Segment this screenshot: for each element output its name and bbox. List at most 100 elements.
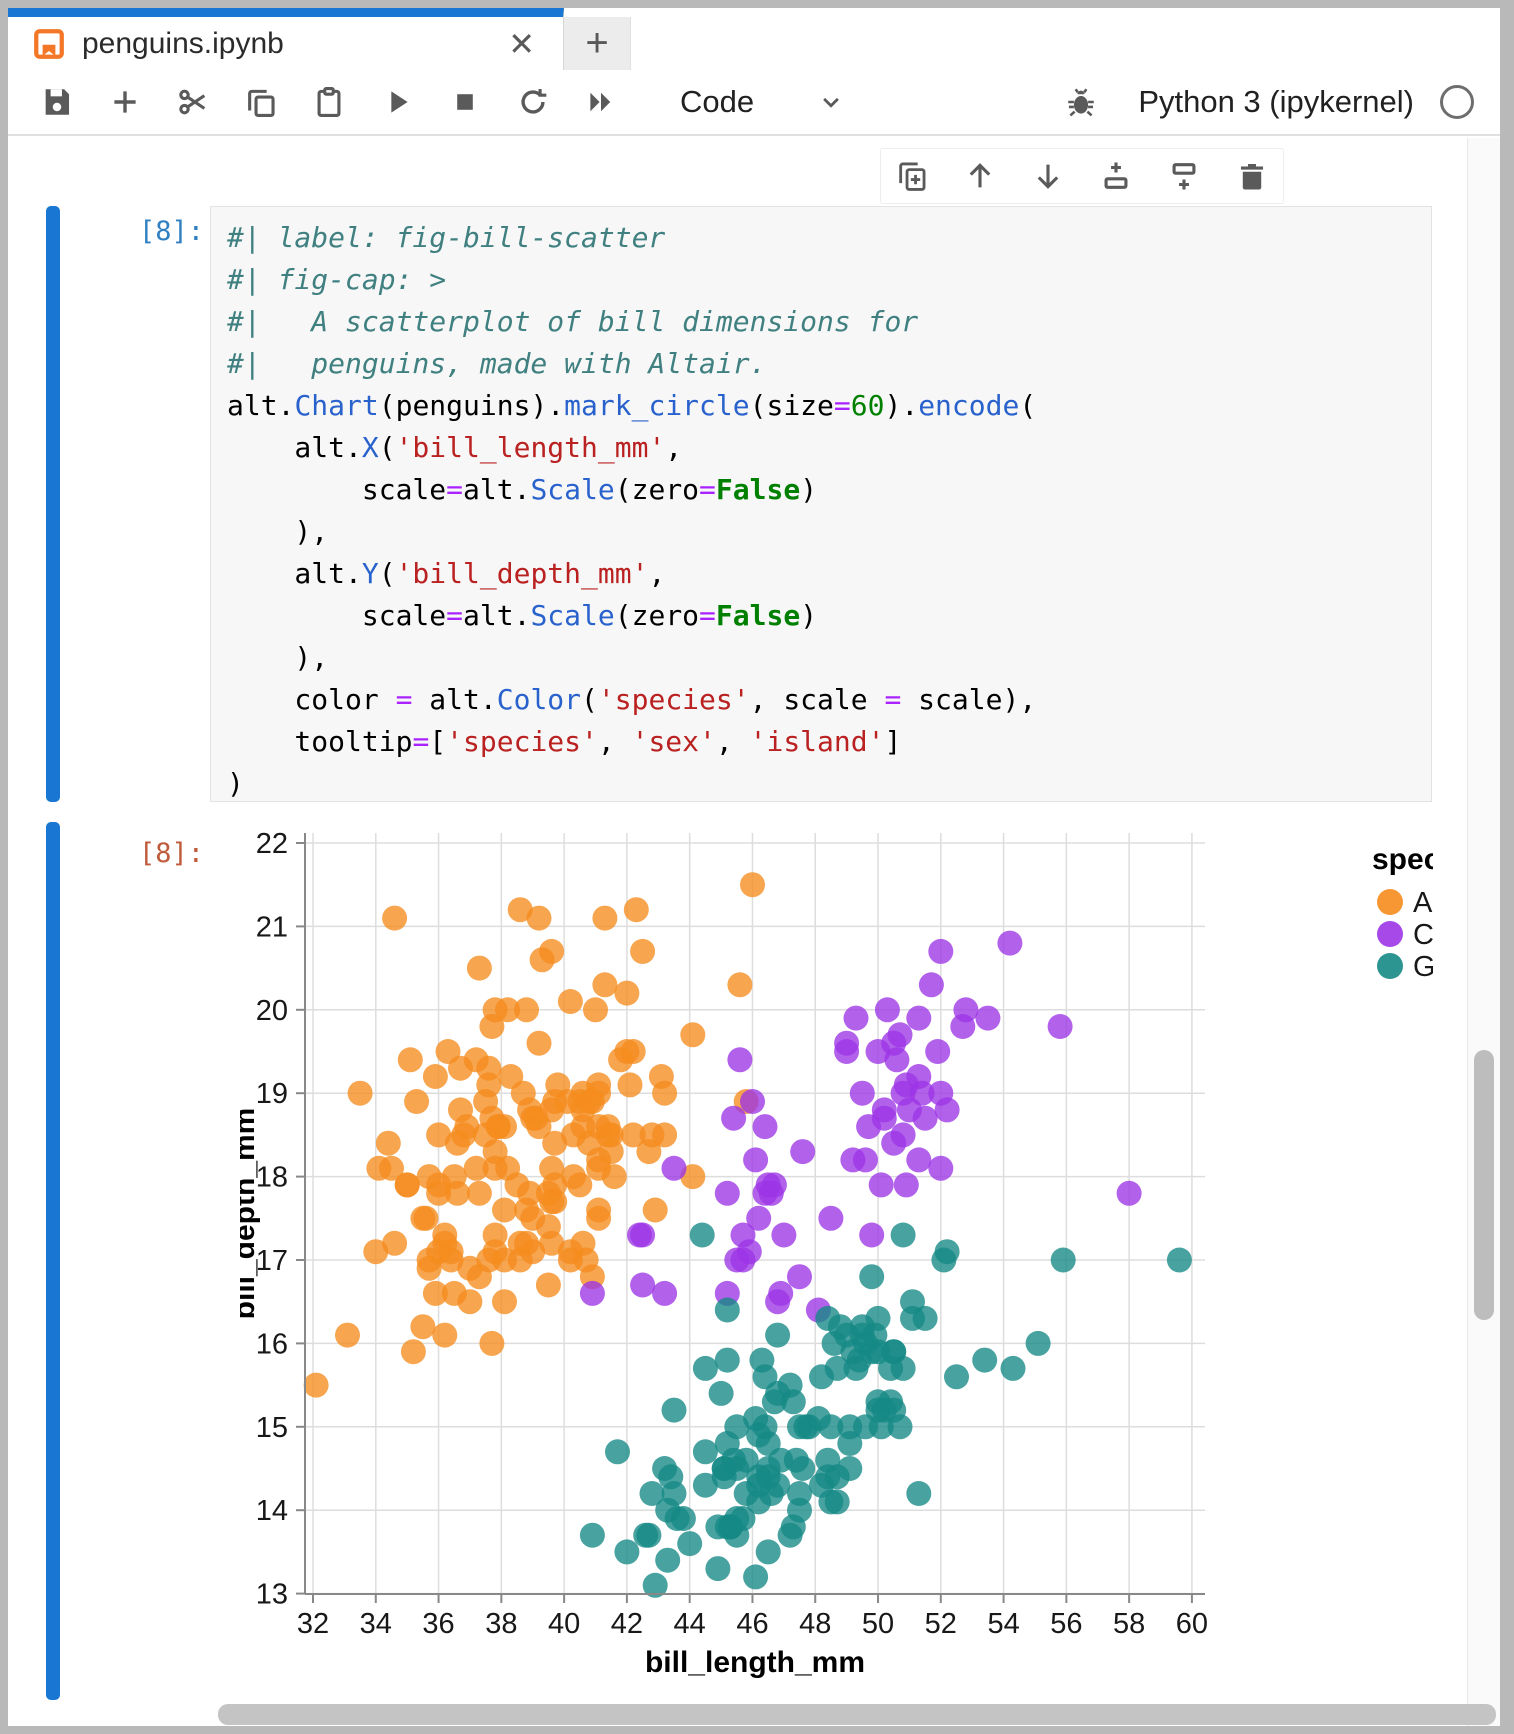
kernel-area: Python 3 (ipykernel) [1058, 79, 1474, 125]
active-cell-indicator-input[interactable] [46, 206, 60, 802]
scatter-point [1051, 1248, 1076, 1273]
scatter-point [643, 1198, 668, 1223]
y-tick-label: 19 [256, 1078, 288, 1110]
cell-type-value: Code [680, 84, 754, 120]
scatter-point [467, 1264, 492, 1289]
scatter-point [837, 1456, 862, 1481]
chevron-down-icon [754, 87, 846, 117]
scatter-point [778, 1523, 803, 1548]
scatter-point [765, 1289, 790, 1314]
x-tick-label: 40 [548, 1608, 580, 1640]
scatter-point [881, 1398, 906, 1423]
legend-title: species [1372, 843, 1433, 876]
y-tick-label: 15 [256, 1412, 288, 1444]
scatter-point [479, 1014, 504, 1039]
bug-icon [1064, 85, 1098, 119]
scatter-point [731, 1248, 756, 1273]
scatter-point [869, 1172, 894, 1197]
y-tick-label: 13 [256, 1579, 288, 1611]
x-tick-label: 36 [422, 1608, 454, 1640]
scatter-point [630, 939, 655, 964]
scatter-point [690, 1223, 715, 1248]
x-tick-label: 48 [799, 1608, 831, 1640]
scatter-chart[interactable]: 3234363840424446485052545658601314151617… [240, 817, 1433, 1701]
legend-swatch [1377, 953, 1403, 979]
close-icon[interactable]: ✕ [508, 28, 535, 60]
x-axis-title: bill_length_mm [645, 1646, 865, 1679]
move-cell-up-button[interactable] [959, 155, 1001, 197]
scatter-point [778, 1373, 803, 1398]
cell-toolbar [880, 148, 1284, 204]
cut-icon [176, 85, 210, 119]
add-cell-icon [108, 85, 142, 119]
scatter-point [423, 1064, 448, 1089]
add-cell-button[interactable] [102, 79, 148, 125]
vertical-scrollbar-track[interactable] [1467, 138, 1500, 1726]
move-cell-down-button[interactable] [1027, 155, 1069, 197]
scatter-point [527, 906, 552, 931]
x-tick-label: 42 [611, 1608, 643, 1640]
chart-output[interactable]: 3234363840424446485052545658601314151617… [240, 817, 1433, 1701]
scatter-point [539, 939, 564, 964]
kernel-name[interactable]: Python 3 (ipykernel) [1138, 84, 1414, 120]
vertical-scrollbar-thumb[interactable] [1474, 1050, 1494, 1320]
scatter-point [567, 1172, 592, 1197]
scatter-point [771, 1223, 796, 1248]
scatter-point [464, 1047, 489, 1072]
debugger-button[interactable] [1058, 79, 1104, 125]
cell-type-dropdown[interactable]: Code [680, 84, 846, 120]
x-tick-label: 38 [485, 1608, 517, 1640]
scatter-point [476, 1072, 501, 1097]
scatter-point [1117, 1181, 1142, 1206]
scatter-point [514, 1198, 539, 1223]
notebook-panel: [8]: #| label: fig-bill-scatter #| fig-c… [8, 138, 1500, 1726]
delete-cell-button[interactable] [1231, 155, 1273, 197]
paste-cells-button[interactable] [306, 79, 352, 125]
scatter-point [878, 1356, 903, 1381]
cut-cells-button[interactable] [170, 79, 216, 125]
horizontal-scrollbar-thumb[interactable] [218, 1704, 1496, 1725]
scatter-point [658, 1464, 683, 1489]
scatter-point [693, 1356, 718, 1381]
scatter-point [586, 1206, 611, 1231]
duplicate-cell-button[interactable] [891, 155, 933, 197]
run-all-icon [584, 85, 618, 119]
restart-run-all-button[interactable] [578, 79, 624, 125]
x-tick-label: 54 [987, 1608, 1019, 1640]
active-cell-indicator-output[interactable] [46, 822, 60, 1700]
scatter-point [304, 1373, 329, 1398]
scatter-point [401, 1339, 426, 1364]
tab-penguins-ipynb[interactable]: penguins.ipynb ✕ [8, 8, 564, 70]
code-editor[interactable]: #| label: fig-bill-scatter #| fig-cap: >… [210, 206, 1432, 802]
kernel-idle-circle[interactable] [1440, 85, 1474, 119]
scatter-point [479, 1331, 504, 1356]
insert-cell-above-button[interactable] [1095, 155, 1137, 197]
scatter-point [790, 1139, 815, 1164]
y-tick-label: 14 [256, 1495, 288, 1527]
code-text: #| label: fig-bill-scatter #| fig-cap: >… [227, 217, 1415, 805]
insert-cell-below-button[interactable] [1163, 155, 1205, 197]
scatter-point [614, 981, 639, 1006]
scatter-point [727, 1047, 752, 1072]
scatter-point [884, 1047, 909, 1072]
new-tab-button[interactable]: + [564, 17, 631, 70]
scatter-point [709, 1381, 734, 1406]
scatter-point [859, 1223, 884, 1248]
paste-icon [312, 85, 346, 119]
scatter-point [571, 1081, 596, 1106]
run-cell-button[interactable] [374, 79, 420, 125]
scatter-point [850, 1081, 875, 1106]
scatter-point [768, 1448, 793, 1473]
scatter-point [928, 939, 953, 964]
scatter-point [457, 1289, 482, 1314]
x-tick-label: 32 [297, 1608, 329, 1640]
copy-cells-button[interactable] [238, 79, 284, 125]
scatter-point [630, 1273, 655, 1298]
interrupt-kernel-button[interactable] [442, 79, 488, 125]
restart-kernel-button[interactable] [510, 79, 556, 125]
scatter-point [655, 1498, 680, 1523]
delete-icon [1235, 159, 1269, 193]
scatter-point [859, 1264, 884, 1289]
save-button[interactable] [34, 79, 80, 125]
x-tick-label: 60 [1176, 1608, 1208, 1640]
